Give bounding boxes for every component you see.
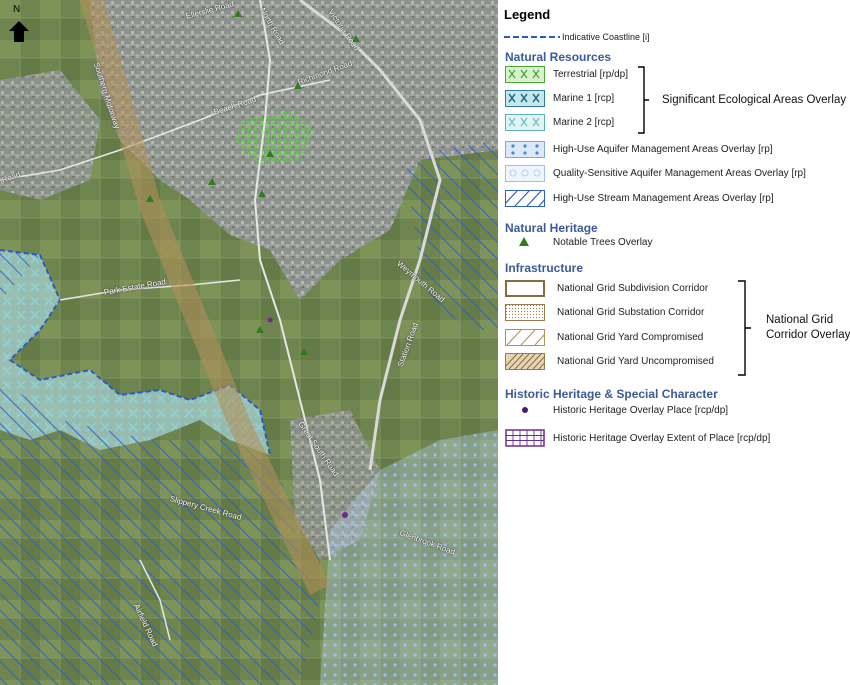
- aquifer-quality-symbol: [505, 165, 545, 182]
- legend-ng-uncompromised: National Grid Yard Uncompromised: [557, 356, 714, 367]
- sea-bracket: [638, 66, 649, 134]
- hh-extent-symbol: [505, 429, 545, 447]
- legend-marine2: Marine 2 [rcp]: [553, 117, 615, 128]
- section-historic-heritage: Historic Heritage & Special Character: [505, 387, 718, 401]
- stream-high-symbol: [505, 190, 545, 207]
- legend-hh-place: Historic Heritage Overlay Place [rcp/dp]: [553, 405, 729, 416]
- marine2-symbol: [505, 114, 545, 131]
- legend-trees: Notable Trees Overlay: [553, 237, 653, 248]
- legend-panel: Legend Indicative Coastline [i] Natural …: [498, 0, 850, 685]
- legend-ng-compromised: National Grid Yard Compromised: [557, 332, 704, 343]
- section-natural-heritage: Natural Heritage: [505, 221, 598, 235]
- ng-compromised-symbol: [505, 329, 545, 346]
- ng-subdivision-symbol: [505, 280, 545, 297]
- section-natural-resources: Natural Resources: [505, 50, 612, 64]
- section-infrastructure: Infrastructure: [505, 261, 584, 275]
- notable-tree-icon: [519, 237, 529, 246]
- marine1-symbol: [505, 90, 545, 107]
- historic-place-marker: [267, 317, 273, 323]
- legend-aquifer-high: High-Use Aquifer Management Areas Overla…: [553, 144, 773, 155]
- terrestrial-symbol: [505, 66, 545, 83]
- legend-title: Legend: [504, 7, 551, 22]
- legend-stream-high: High-Use Stream Management Areas Overlay…: [553, 193, 774, 204]
- north-arrow-icon: [9, 21, 29, 42]
- sea-group-label: Significant Ecological Areas Overlay: [662, 94, 847, 106]
- historic-place-icon: [522, 407, 528, 413]
- coastline-symbol: [504, 36, 560, 38]
- legend-ng-subdivision: National Grid Subdivision Corridor: [557, 283, 709, 294]
- legend-marine1: Marine 1 [rcp]: [553, 93, 615, 104]
- ngc-bracket: [738, 280, 751, 376]
- aquifer-high-symbol: [505, 141, 545, 158]
- ng-uncompromised-symbol: [505, 353, 545, 370]
- ngc-group-label-line1: National Grid: [766, 314, 834, 326]
- ngc-group-label-line2: Corridor Overlay: [766, 329, 850, 341]
- legend-aquifer-quality: Quality-Sensitive Aquifer Management Are…: [553, 168, 806, 179]
- historic-place-marker: [342, 512, 348, 518]
- legend-ng-substation: National Grid Substation Corridor: [557, 307, 705, 318]
- legend-coastline: Indicative Coastline [i]: [562, 32, 650, 42]
- legend-terrestrial: Terrestrial [rp/dp]: [553, 69, 629, 80]
- aerial-map[interactable]: N Ellerslie Road North Road Victoria Roa…: [0, 0, 498, 685]
- ng-substation-symbol: [505, 304, 545, 321]
- legend-hh-extent: Historic Heritage Overlay Extent of Plac…: [553, 433, 771, 444]
